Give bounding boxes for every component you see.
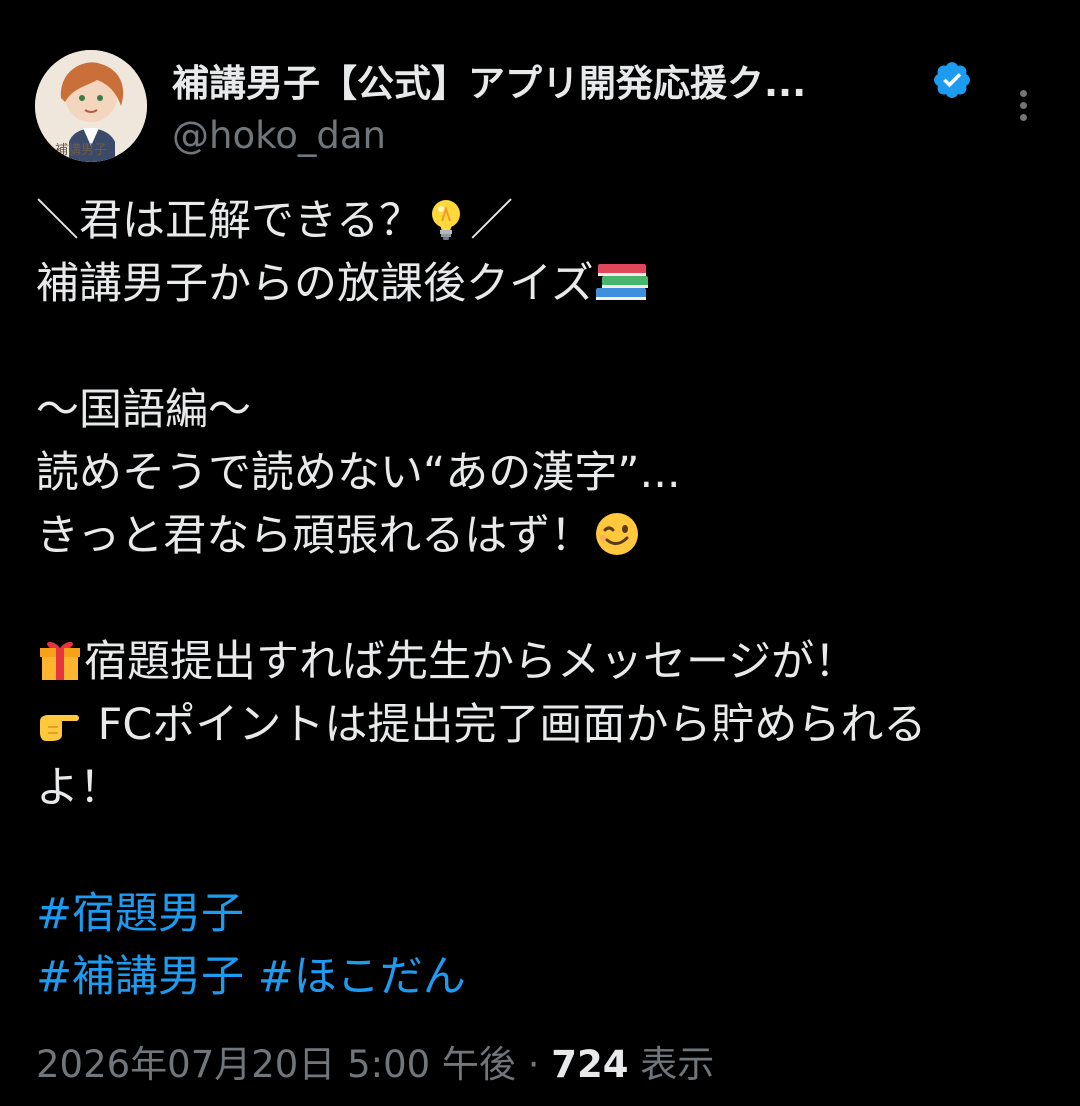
display-name-row[interactable]: 補講男子【公式】アプリ開発応援ク... bbox=[172, 52, 973, 108]
tweet-meta: 2026年07月20日 5:00 午後 · 724 表示 bbox=[36, 1034, 714, 1088]
tweet-line-5: きっと君なら頑張れるはず！ bbox=[36, 505, 1046, 568]
tweet-line-2: 補講男子からの放課後クイズ bbox=[36, 253, 1046, 316]
hashtag-link[interactable]: #補講男子 bbox=[36, 952, 244, 1002]
avatar[interactable]: 補講男子 bbox=[35, 50, 147, 162]
timestamp[interactable]: 2026年07月20日 5:00 午後 bbox=[36, 1043, 516, 1086]
views-count: 724 bbox=[551, 1043, 629, 1086]
hashtag-line-2: #補講男子 #ほこだん bbox=[36, 946, 1046, 1009]
tweet-header: 補講男子 補講男子【公式】アプリ開発応援ク... @hoko_dan bbox=[0, 0, 1080, 175]
tweet-line-4: 読めそうで読めない“あの漢字”... bbox=[36, 448, 681, 498]
more-options-icon[interactable] bbox=[1008, 86, 1038, 130]
meta-separator: · bbox=[515, 1043, 552, 1086]
wrapped-gift-icon bbox=[36, 636, 84, 684]
verified-badge-icon bbox=[934, 62, 970, 98]
hashtag-link[interactable]: #宿題男子 bbox=[36, 889, 244, 939]
winking-face-icon bbox=[593, 510, 641, 558]
hashtag-link[interactable]: #ほこだん bbox=[258, 952, 466, 1002]
avatar-caption: 補講男子 bbox=[55, 142, 107, 158]
tweet-line-7: FCポイントは提出完了画面から貯められる bbox=[36, 694, 1046, 757]
tweet-text: ＼君は正解できる？ ／ 補講男子からの放課後クイズ 〜国語編〜 読めそうで読めな… bbox=[36, 190, 1046, 1009]
hashtag-line-1: #宿題男子 bbox=[36, 883, 1046, 946]
pointing-right-icon bbox=[36, 699, 84, 747]
display-name[interactable]: 補講男子【公式】アプリ開発応援ク... bbox=[172, 53, 917, 107]
books-icon bbox=[594, 258, 648, 306]
tweet-line-1: ＼君は正解できる？ ／ bbox=[36, 195, 514, 246]
tweet-line-6: 宿題提出すれば先生からメッセージが！ bbox=[36, 631, 1046, 694]
handle[interactable]: @hoko_dan bbox=[172, 114, 386, 157]
views-label: 表示 bbox=[628, 1043, 715, 1086]
tweet-line-3: 〜国語編〜 bbox=[36, 385, 251, 435]
tweet-line-8: よ！ bbox=[36, 763, 122, 813]
light-bulb-icon bbox=[422, 195, 470, 243]
